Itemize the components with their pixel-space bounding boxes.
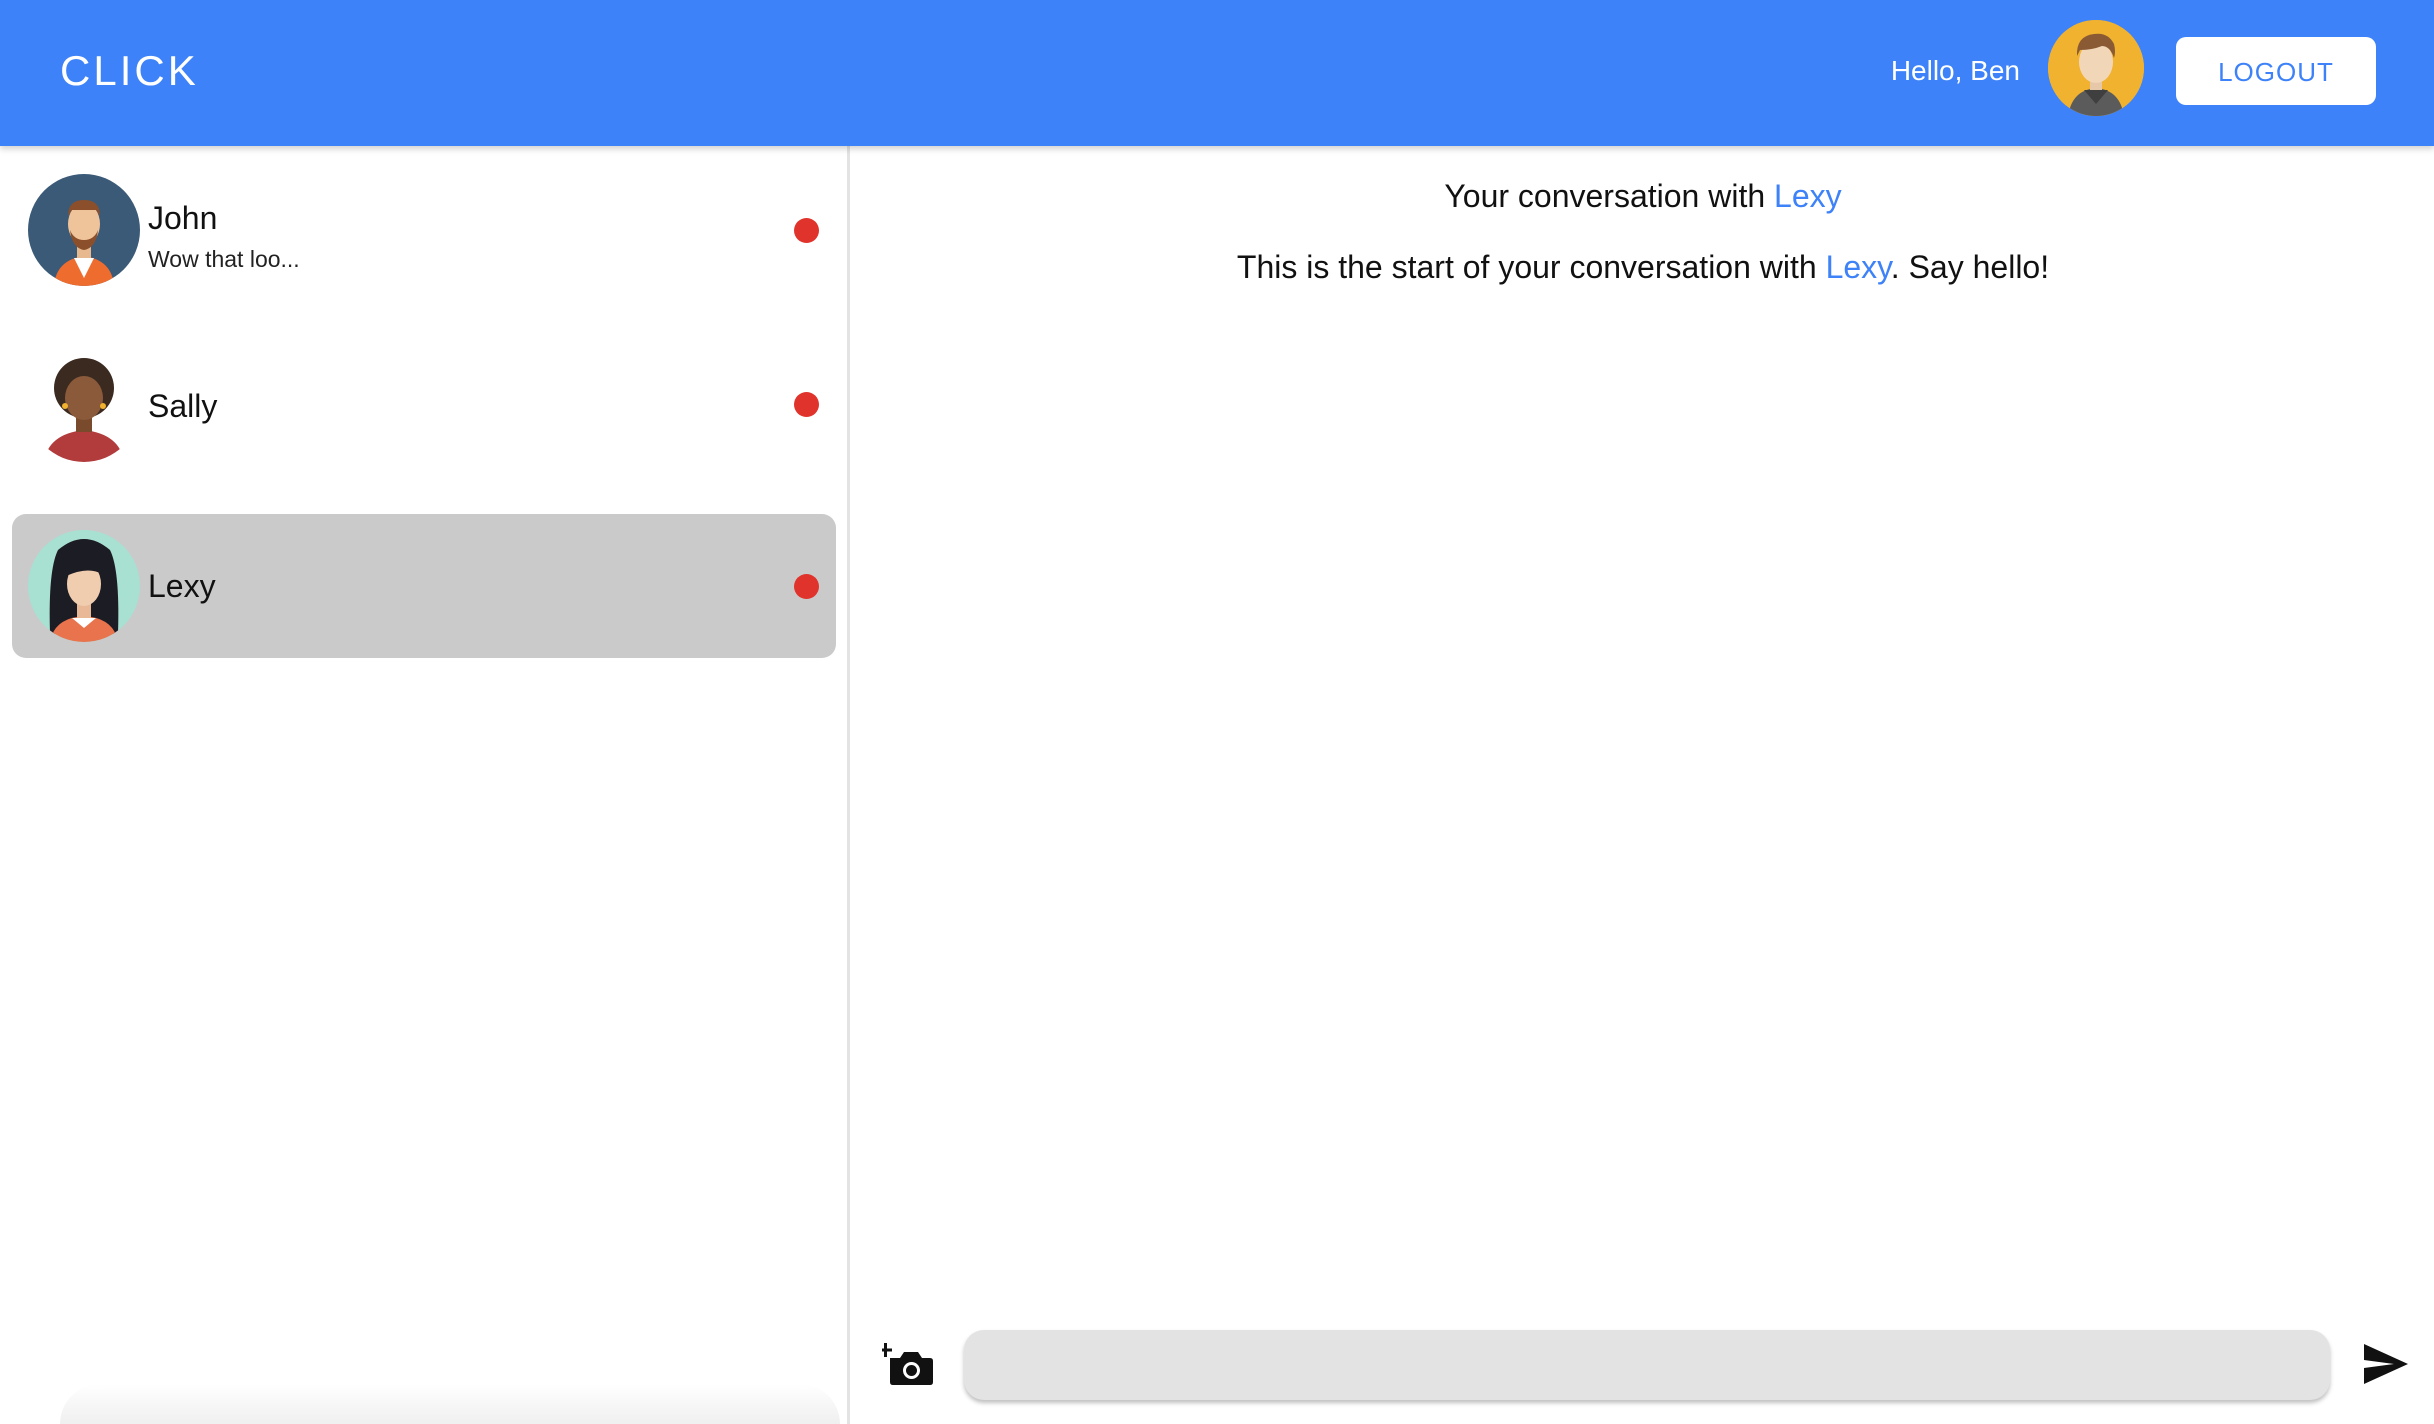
intro-prefix: This is the start of your conversation w… <box>1236 249 1826 285</box>
conversation-item-lexy[interactable]: Lexy <box>12 514 836 658</box>
logout-button[interactable]: LOGOUT <box>2176 37 2376 105</box>
john-avatar <box>28 174 140 286</box>
unread-indicator <box>794 218 819 243</box>
chat-panel: Your conversation with Lexy This is the … <box>852 146 2434 1424</box>
conversation-title-prefix: Your conversation with <box>1444 178 1775 214</box>
user-greeting: Hello, Ben <box>1890 55 2020 86</box>
contact-name: Lexy <box>148 568 216 604</box>
conversation-item-john[interactable]: John Wow that loo... <box>12 158 836 302</box>
conversation-partner-name[interactable]: Lexy <box>1774 178 1842 214</box>
intro-partner-name[interactable]: Lexy <box>1826 249 1891 285</box>
unread-indicator <box>794 392 819 417</box>
john-avatar-icon <box>28 174 140 286</box>
message-input[interactable] <box>964 1330 2330 1400</box>
conversation-item-sally[interactable]: Sally <box>12 334 836 478</box>
lexy-avatar <box>28 530 140 642</box>
contact-name: John <box>148 200 218 236</box>
lexy-avatar-icon <box>28 530 140 642</box>
user-avatar[interactable] <box>2048 20 2144 116</box>
top-app-bar: CLICK Hello, Ben LOGOUT <box>0 0 2434 146</box>
unread-indicator <box>794 574 819 599</box>
send-arrow-icon[interactable] <box>2360 1338 2412 1390</box>
sidebar-bottom-shadow <box>60 1384 840 1424</box>
contact-name: Sally <box>148 388 218 424</box>
app-logo[interactable]: CLICK <box>60 42 199 100</box>
sally-avatar <box>28 350 140 462</box>
conversation-title: Your conversation with Lexy <box>852 176 2434 216</box>
last-message-preview: Wow that loo... <box>148 246 300 272</box>
conversation-start-message: This is the start of your conversation w… <box>852 246 2434 288</box>
conversation-list: John Wow that loo... Sally Lexy <box>0 146 850 1424</box>
user-avatar-icon <box>2048 20 2144 116</box>
intro-suffix: . Say hello! <box>1890 249 2050 285</box>
add-photo-camera-icon[interactable] <box>879 1336 938 1392</box>
sally-avatar-icon <box>28 350 140 462</box>
